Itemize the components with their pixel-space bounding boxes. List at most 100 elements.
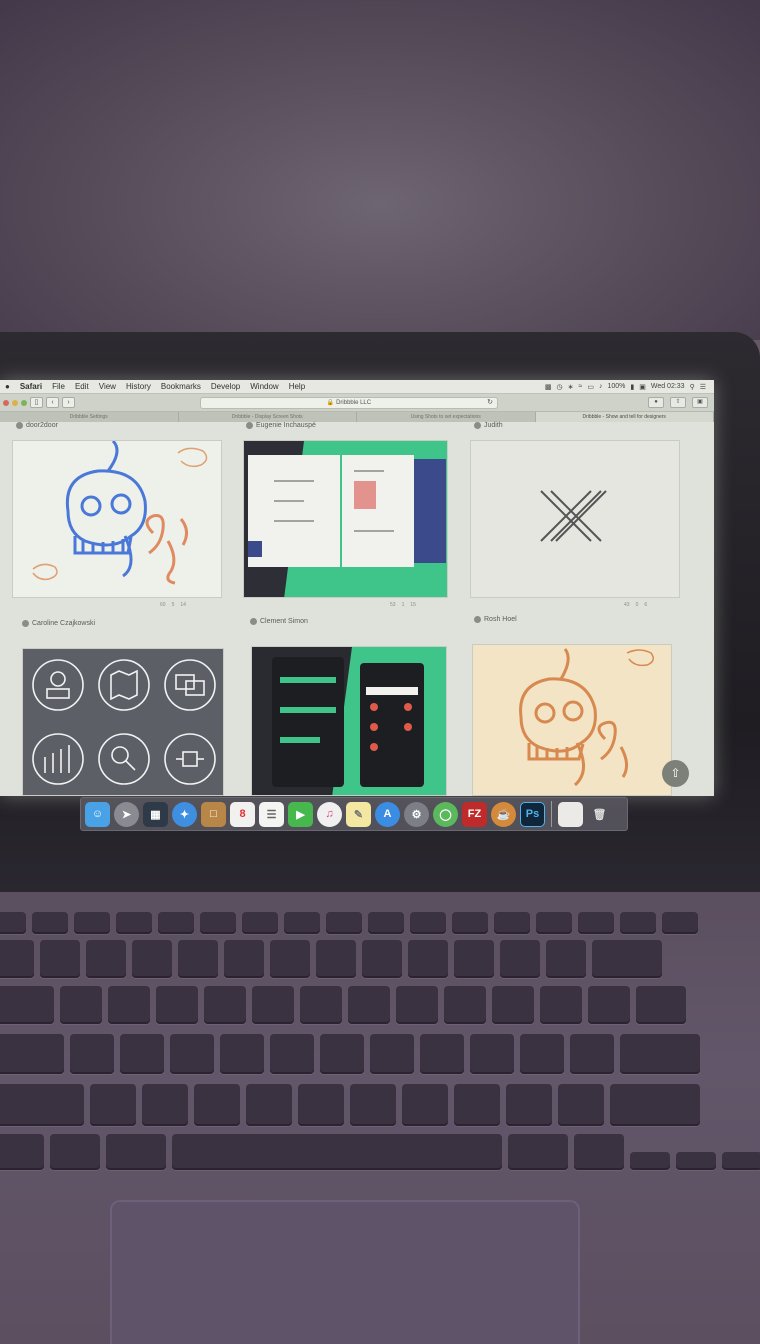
facetime-icon[interactable]: ▶ <box>288 801 313 827</box>
launchpad-icon[interactable]: ➤ <box>114 801 139 827</box>
time-machine-icon[interactable]: ◷ <box>557 383 563 391</box>
scroll-to-top-button[interactable]: ⇧ <box>662 760 689 787</box>
menu-edit[interactable]: Edit <box>70 382 94 391</box>
trash-icon[interactable]: 🗑 <box>587 802 612 827</box>
tab-3[interactable]: Using Shots to set expectations <box>357 412 536 422</box>
contacts-icon[interactable]: □ <box>201 801 226 827</box>
reminders-icon[interactable]: ☰ <box>259 801 284 827</box>
zoom-window-button[interactable] <box>21 399 27 406</box>
calendar-icon[interactable]: 8 <box>230 801 255 827</box>
safari-icon[interactable]: ✦ <box>172 801 197 827</box>
shot-stats: 43 0 6 <box>624 602 647 608</box>
bluetooth-icon[interactable]: ∗ <box>568 383 574 391</box>
address-bar-text: Dribbble LLC <box>336 400 372 406</box>
battery-percent[interactable]: 100% <box>607 383 625 390</box>
tab-4[interactable]: Dribbble - Show and tell for designers <box>535 412 714 422</box>
shot-author[interactable]: Eugenie Inchauspé <box>246 422 316 429</box>
comments-count: 1 <box>401 602 405 608</box>
forward-button[interactable]: › <box>62 397 75 408</box>
shot-author[interactable]: Judith <box>474 422 503 429</box>
share-icon[interactable]: ⇧ <box>670 397 686 408</box>
minimize-window-button[interactable] <box>12 399 18 406</box>
trackpad[interactable] <box>110 1200 580 1344</box>
magazine-illustration <box>244 441 447 597</box>
battery-icon[interactable]: ▮ <box>630 383 634 391</box>
crossed-lines-illustration <box>471 441 679 597</box>
menu-develop[interactable]: Develop <box>206 382 245 391</box>
views-count: 43 <box>624 602 630 608</box>
window-controls <box>0 399 27 406</box>
menu-app-name[interactable]: Safari <box>15 382 47 391</box>
avatar[interactable] <box>16 422 23 429</box>
lock-icon: 🔒 <box>326 400 335 406</box>
avatar[interactable] <box>250 618 257 625</box>
finder-icon[interactable]: ☺ <box>85 801 110 827</box>
sidebar-toggle-icon[interactable]: ▯ <box>30 397 43 408</box>
menubar-clock[interactable]: Wed 02:33 <box>651 383 685 390</box>
laptop-screen: ● Safari File Edit View History Bookmark… <box>0 380 714 796</box>
shot-thumbnail[interactable] <box>470 440 680 598</box>
menu-view[interactable]: View <box>94 382 121 391</box>
comments-count: 0 <box>635 602 639 608</box>
filezilla-icon[interactable]: FZ <box>462 801 487 827</box>
menu-help[interactable]: Help <box>284 382 310 391</box>
menu-history[interactable]: History <box>121 382 156 391</box>
shot-author[interactable]: Rosh Hoel <box>474 616 517 623</box>
photoshop-icon[interactable]: Ps <box>520 801 545 827</box>
tab-1[interactable]: Dribbble Settings <box>0 412 179 422</box>
comments-count: 5 <box>171 602 175 608</box>
tab-bar: Dribbble Settings Dribbble - Display Scr… <box>0 412 714 422</box>
avatar[interactable] <box>246 422 253 429</box>
mobile-app-illustration <box>252 647 446 795</box>
avatar[interactable] <box>474 616 481 623</box>
menu-bookmarks[interactable]: Bookmarks <box>156 382 206 391</box>
likes-count: 6 <box>644 602 648 608</box>
status-item-icon[interactable]: ▩ <box>545 383 552 391</box>
shot-author[interactable]: door2door <box>16 422 58 429</box>
system-preferences-icon[interactable]: ⚙ <box>404 801 429 827</box>
shot-author[interactable]: Caroline Czajkowski <box>22 620 95 627</box>
shots-grid: door2door Eugenie Inchauspé Judith 60 5 … <box>0 422 714 796</box>
growl-icon[interactable]: ☕ <box>491 801 516 827</box>
avatar[interactable] <box>474 422 481 429</box>
address-bar[interactable]: 🔒 Dribbble LLC ↻ <box>200 397 498 409</box>
menu-file[interactable]: File <box>47 382 70 391</box>
shot-thumbnail[interactable] <box>251 646 447 796</box>
back-button[interactable]: ‹ <box>46 397 59 408</box>
input-source-icon[interactable]: ▣ <box>639 383 646 391</box>
volume-icon[interactable]: ♪ <box>599 383 603 390</box>
likes-count: 15 <box>410 602 416 608</box>
skull-illustration <box>473 645 671 795</box>
keyboard <box>0 912 760 1170</box>
shot-author[interactable]: Clement Simon <box>250 618 308 625</box>
notes-icon[interactable]: ✎ <box>346 801 371 827</box>
app-store-icon[interactable]: A <box>375 801 400 827</box>
dock: ☺ ➤ ▦ ✦ □ 8 ☰ ▶ ♫ ✎ A ⚙ ◯ FZ ☕ Ps 🗑 <box>80 797 628 831</box>
mission-control-icon[interactable]: ▦ <box>143 801 168 827</box>
android-studio-icon[interactable]: ◯ <box>433 801 458 827</box>
tab-2[interactable]: Dribbble - Display Screen Shots <box>179 412 357 422</box>
shot-thumbnail[interactable] <box>472 644 672 796</box>
tabs-overview-icon[interactable]: ▣ <box>692 397 708 408</box>
avatar[interactable] <box>22 620 29 627</box>
documents-stack-icon[interactable] <box>558 801 583 827</box>
spotlight-icon[interactable]: ⚲ <box>690 383 695 391</box>
views-count: 60 <box>160 602 166 608</box>
notification-center-icon[interactable]: ☰ <box>700 383 706 391</box>
shot-stats: 53 1 15 <box>390 602 416 608</box>
close-window-button[interactable] <box>3 399 9 406</box>
airplay-icon[interactable]: ▭ <box>587 383 594 391</box>
skull-illustration <box>13 441 221 597</box>
extension-icon[interactable]: ● <box>648 397 664 408</box>
shot-thumbnail[interactable] <box>243 440 448 598</box>
menu-window[interactable]: Window <box>245 382 283 391</box>
shot-thumbnail[interactable] <box>12 440 222 598</box>
apple-menu-icon[interactable]: ● <box>0 382 15 391</box>
room-wall <box>0 0 760 340</box>
itunes-icon[interactable]: ♫ <box>317 801 342 827</box>
wifi-icon[interactable]: ≈ <box>578 383 582 390</box>
shot-thumbnail[interactable] <box>22 648 224 796</box>
reload-icon[interactable]: ↻ <box>487 398 493 408</box>
icon-set-illustration <box>23 649 223 795</box>
shot-stats: 60 5 14 <box>160 602 186 608</box>
